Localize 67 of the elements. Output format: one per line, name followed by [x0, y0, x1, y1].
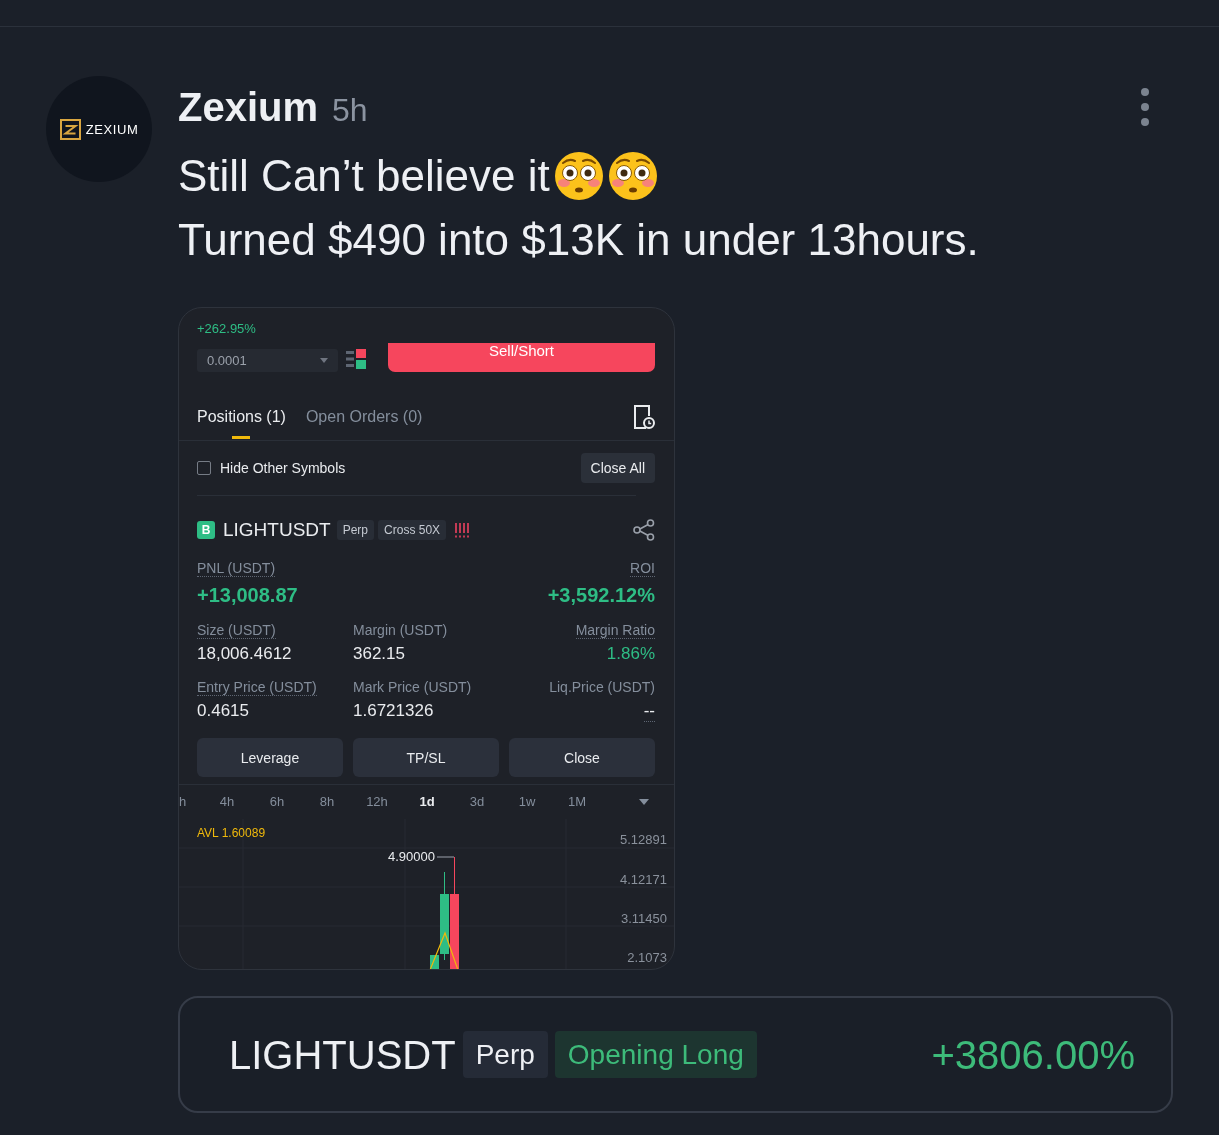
field-value: 0.4615 — [197, 701, 249, 722]
field-value: +3,592.12% — [547, 583, 655, 608]
caret-icon — [320, 358, 328, 363]
price-change: +262.95% — [197, 321, 256, 337]
symbol-name: LIGHTUSDT — [223, 518, 331, 542]
action-button[interactable]: TP/SL — [353, 738, 499, 777]
document-clock-icon[interactable] — [633, 405, 655, 429]
field-value: 18,006.4612 — [197, 644, 292, 665]
axis-label: 5.12891 — [620, 832, 667, 847]
percent-change: +3806.00% — [931, 1031, 1135, 1079]
field-label: Mark Price (USDT) — [353, 679, 472, 696]
axis-label: 2.1073 — [627, 950, 667, 965]
post-text: Still Can’t believe it — [178, 150, 550, 202]
tab[interactable]: Open Orders (0) — [305, 400, 423, 440]
exclamation-marks-icon — [454, 522, 471, 538]
tag: Opening Long — [554, 1031, 757, 1078]
action-button[interactable]: Close — [509, 738, 655, 777]
logo-text: ZEXIUM — [85, 121, 139, 137]
caret-icon[interactable] — [639, 799, 649, 805]
field-value: -- — [643, 701, 655, 722]
interval-tab[interactable]: 1M — [552, 794, 602, 810]
leader-line — [436, 856, 455, 858]
action-button[interactable]: Leverage — [197, 738, 343, 777]
field-value: 1.86% — [606, 644, 655, 665]
field-label: Margin (USDT) — [353, 622, 448, 639]
logo-icon — [59, 118, 81, 140]
axis-label: 3.11450 — [620, 911, 667, 926]
interval-tab[interactable]: 12h — [352, 794, 402, 810]
field-value: 1.6721326 — [353, 701, 434, 722]
post-text: Turned $490 into $13K in under 13hours. — [178, 214, 979, 266]
close-all-button[interactable]: Close All — [580, 453, 655, 483]
field-value: 362.15 — [353, 644, 405, 665]
field-label: Margin Ratio — [575, 622, 655, 639]
tab[interactable]: Positions (1) — [197, 400, 286, 440]
post-time: 5h — [332, 91, 368, 130]
author-name[interactable]: Zexium — [178, 83, 319, 131]
share-icon[interactable] — [633, 519, 655, 541]
indicator-label: AVL 1.60089 — [197, 826, 266, 840]
axis-label: 4.12171 — [620, 872, 667, 887]
field-label: ROI — [630, 560, 655, 577]
interval-tab[interactable]: 3d — [452, 794, 502, 810]
field-label: Size (USDT) — [197, 622, 276, 639]
moving-average-line — [429, 931, 459, 969]
side-badge: B — [197, 521, 215, 539]
interval-tab[interactable]: 8h — [302, 794, 352, 810]
field-label: PNL (USDT) — [197, 560, 276, 577]
interval-tab[interactable]: 6h — [252, 794, 302, 810]
interval-tab[interactable]: 1d — [402, 794, 452, 810]
checkbox[interactable] — [197, 461, 211, 475]
flushed-face-icon — [553, 151, 604, 201]
checkbox-label: Hide Other Symbols — [220, 460, 346, 476]
interval-tab[interactable]: 1w — [502, 794, 552, 810]
field-value: +13,008.87 — [197, 583, 298, 608]
field-label: Entry Price (USDT) — [197, 679, 317, 696]
tag: Cross 50X — [378, 520, 447, 540]
interval-tab[interactable]: 4h — [202, 794, 252, 810]
sell-short-button[interactable]: Sell/Short — [388, 343, 655, 372]
interval-tab[interactable]: h — [179, 794, 202, 810]
tag: Perp — [462, 1031, 548, 1078]
list-squares-icon[interactable] — [346, 349, 366, 369]
quantity-dropdown[interactable]: 0.0001 — [197, 349, 338, 372]
more-icon[interactable] — [1140, 88, 1150, 126]
symbol-name: LIGHTUSDT — [229, 1031, 456, 1079]
field-label: Liq.Price (USDT) — [549, 679, 655, 696]
flushed-face-icon — [607, 151, 658, 201]
price-label: 4.90000 — [388, 849, 435, 864]
tag: Perp — [336, 520, 375, 540]
